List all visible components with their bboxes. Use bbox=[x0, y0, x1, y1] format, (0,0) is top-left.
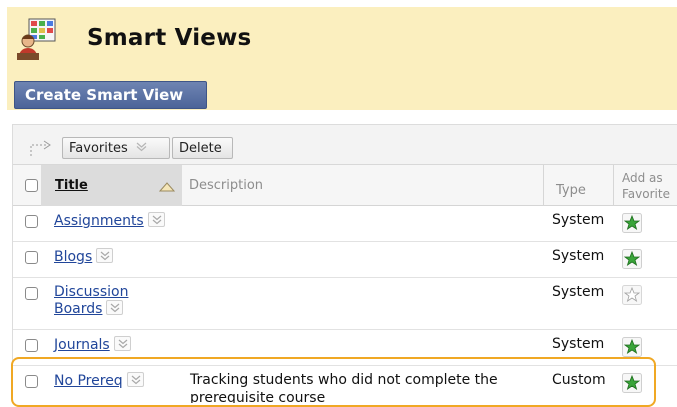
row-type: System bbox=[552, 284, 605, 300]
column-divider bbox=[613, 165, 614, 206]
table-row: Discussion Boards System bbox=[13, 278, 677, 330]
selection-arrow-icon bbox=[30, 140, 51, 156]
context-menu-icon[interactable] bbox=[106, 300, 124, 315]
smart-view-title-line2[interactable]: Boards bbox=[54, 301, 102, 317]
table-row: Assignments System bbox=[13, 206, 677, 242]
smart-view-link[interactable]: No Prereq bbox=[54, 372, 144, 389]
row-checkbox[interactable] bbox=[25, 339, 38, 352]
context-menu-icon[interactable] bbox=[126, 372, 144, 387]
favorites-button[interactable]: Favorites bbox=[62, 137, 170, 159]
page-title: Smart Views bbox=[87, 25, 252, 51]
favorites-label: Favorites bbox=[69, 140, 128, 156]
add-as-favorite-line2: Favorite bbox=[622, 187, 670, 201]
smart-view-title[interactable]: Assignments bbox=[54, 213, 144, 229]
row-checkbox[interactable] bbox=[25, 251, 38, 264]
title-column-header[interactable]: Title bbox=[55, 178, 88, 193]
row-description-line2: prerequisite course bbox=[190, 390, 326, 403]
row-checkbox[interactable] bbox=[25, 287, 38, 300]
favorite-star-icon[interactable] bbox=[622, 373, 642, 393]
add-as-favorite-line1: Add as bbox=[622, 171, 663, 185]
smart-view-title[interactable]: Journals bbox=[54, 337, 110, 353]
row-type: System bbox=[552, 336, 605, 352]
favorite-star-icon[interactable] bbox=[622, 249, 642, 269]
column-divider bbox=[543, 165, 544, 206]
table-header: Title Description Type Add as Favorite bbox=[13, 165, 677, 206]
row-description: Tracking students who did not complete t… bbox=[190, 371, 550, 403]
smart-views-icon bbox=[17, 18, 56, 60]
row-type: System bbox=[552, 248, 605, 264]
smart-view-title[interactable]: No Prereq bbox=[54, 373, 123, 389]
favorite-star-outline-icon[interactable] bbox=[622, 285, 642, 305]
row-type: Custom bbox=[552, 372, 606, 388]
page-header: Smart Views Create Smart View bbox=[7, 7, 677, 110]
sort-ascending-icon[interactable] bbox=[159, 182, 175, 192]
favorite-star-icon[interactable] bbox=[622, 337, 642, 357]
row-description-line1: Tracking students who did not complete t… bbox=[190, 372, 498, 388]
smart-view-link[interactable]: Blogs bbox=[54, 248, 114, 265]
row-checkbox[interactable] bbox=[25, 215, 38, 228]
smart-view-title[interactable]: Blogs bbox=[54, 249, 92, 265]
context-menu-icon[interactable] bbox=[147, 212, 165, 227]
smart-view-link[interactable]: Discussion Boards bbox=[54, 284, 128, 317]
context-menu-icon[interactable] bbox=[96, 248, 114, 263]
select-all-checkbox[interactable] bbox=[25, 179, 38, 192]
smart-view-link[interactable]: Assignments bbox=[54, 212, 165, 229]
context-menu-icon[interactable] bbox=[113, 336, 131, 351]
create-smart-view-button[interactable]: Create Smart View bbox=[14, 81, 207, 109]
chevron-down-icon bbox=[136, 141, 147, 155]
description-column-header: Description bbox=[189, 178, 264, 193]
favorite-star-icon[interactable] bbox=[622, 213, 642, 233]
smart-view-title-line1[interactable]: Discussion bbox=[54, 284, 128, 300]
table-row: No Prereq Tracking students who did not … bbox=[13, 366, 677, 403]
type-column-header: Type bbox=[556, 183, 586, 198]
row-checkbox[interactable] bbox=[25, 375, 38, 388]
smart-view-link[interactable]: Journals bbox=[54, 336, 131, 353]
add-as-favorite-column-header: Add as Favorite bbox=[622, 170, 670, 202]
row-type: System bbox=[552, 212, 605, 228]
delete-button[interactable]: Delete bbox=[172, 137, 233, 159]
table-row: Journals System bbox=[13, 330, 677, 366]
smart-views-table: Favorites Delete Title Description Type … bbox=[12, 124, 677, 403]
table-row: Blogs System bbox=[13, 242, 677, 278]
action-bar: Favorites Delete bbox=[13, 125, 677, 165]
